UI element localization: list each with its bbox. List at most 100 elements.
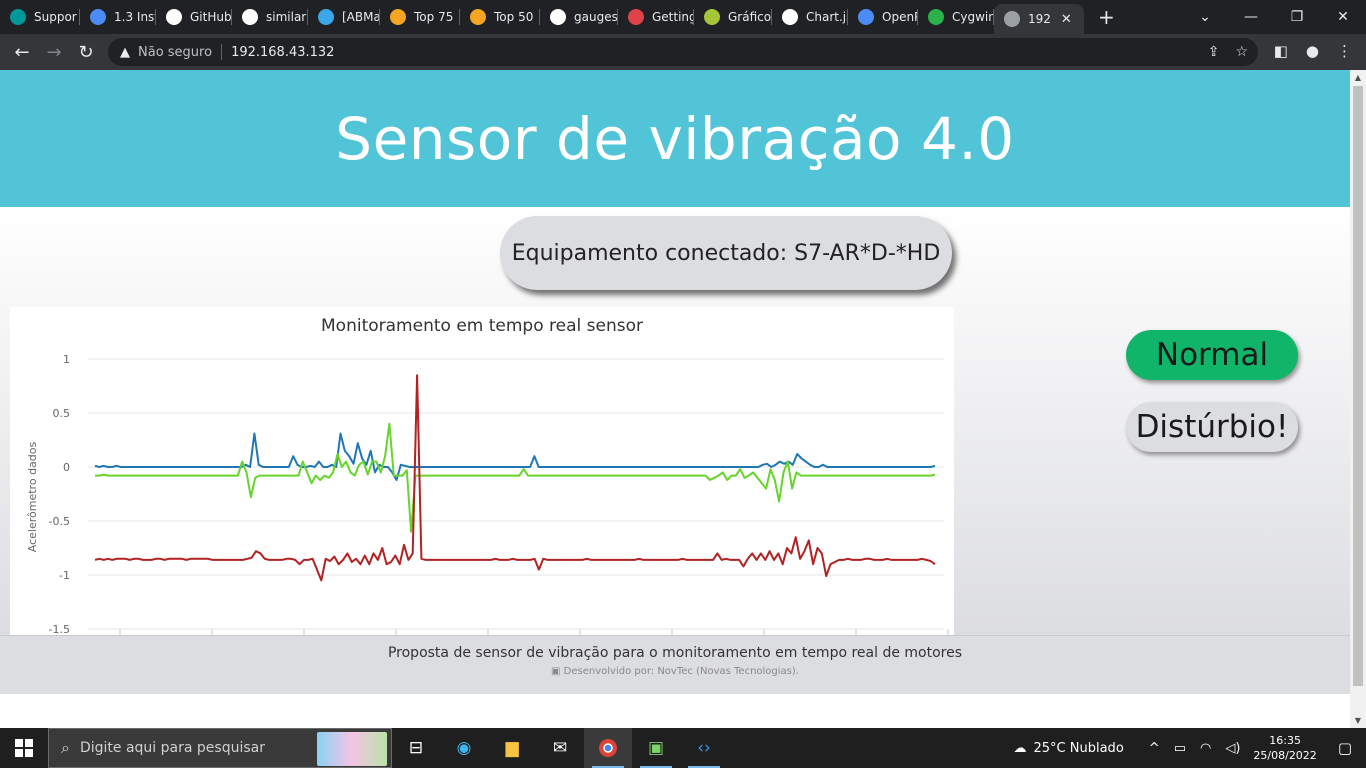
github-icon [550,9,566,25]
page-footer: Proposta de sensor de vibração para o mo… [0,635,1350,694]
weather-icon[interactable]: ☁ [1014,741,1027,756]
terminal-icon[interactable]: ▣ [632,728,680,768]
tab-label: Getting [652,10,694,24]
y-tick-label: 1 [63,353,70,366]
search-orange-icon [470,9,486,25]
chrome-logo [599,739,617,757]
tab-search-icon[interactable]: ⌄ [1182,9,1228,25]
task-view-icon[interactable]: ⊟ [392,728,440,768]
tab-label: GitHub [190,10,232,24]
connected-device-badge: Equipamento conectado: S7-AR*D-*HD [500,216,952,290]
wifi-icon[interactable]: ◠ [1200,741,1211,756]
chart-svg: Monitoramento em tempo real sensor Acele… [26,316,949,636]
new-tab-button[interactable]: + [1098,5,1115,29]
broken-image-icon: ▣ [551,666,561,677]
chrome-icon[interactable] [584,728,632,768]
weather-text[interactable]: 25°C Nublado [1034,741,1124,756]
browser-tab[interactable]: 192 ✕ [994,4,1084,34]
restore-icon[interactable]: ❐ [1274,9,1320,25]
windows-start-button[interactable] [0,728,48,768]
browser-tab[interactable]: Cygwin [918,0,994,34]
tray-overflow-icon[interactable]: ^ [1149,741,1160,756]
clock-time: 16:35 [1269,734,1301,747]
address-bar[interactable]: ▲ Não seguro 192.168.43.132 ⇪ ☆ [108,38,1258,66]
series-line-3 [94,374,936,582]
box-icon [628,9,644,25]
warning-icon[interactable]: ▲ [120,45,130,60]
browser-tab[interactable]: Gráfico [694,0,772,34]
scrollbar-thumb[interactable] [1353,86,1363,686]
browser-tab[interactable]: 1.3 Inst [80,0,156,34]
android-icon [704,9,720,25]
tab-label: Gráfico [728,10,772,24]
y-tick-label: 0.5 [53,407,71,420]
battery-icon[interactable]: ▭ [1174,741,1186,756]
scroll-down-arrow[interactable]: ▼ [1350,716,1366,725]
tab-label: OpenP [882,10,918,24]
browser-tab[interactable]: Top 75 [380,0,460,34]
series-line-1 [94,432,936,481]
tab-label: Top 50 [494,10,534,24]
chart-grid: 10.50-0.5-1-1.5 [49,353,949,636]
page-scrollbar[interactable]: ▲ ▼ [1350,70,1366,728]
browser-tab[interactable]: GitHub [156,0,232,34]
footer-description: Proposta de sensor de vibração para o mo… [387,645,963,661]
series-line-2 [95,422,936,533]
drop-icon [318,9,334,25]
terminal-icon [928,9,944,25]
system-tray: ☁ 25°C Nublado ^ ▭ ◠ ◁) 16:35 25/08/2022… [1007,728,1366,768]
footer-credit: ▣ Desenvolvido por: NovTec (Novas Tecnol… [0,666,1350,677]
reload-icon[interactable]: ↻ [70,42,102,63]
browser-tab[interactable]: gauges [540,0,618,34]
browser-tab[interactable]: Chart.js [772,0,848,34]
share-icon[interactable]: ⇪ [1208,44,1220,60]
tab-label: [ABMat [342,10,380,24]
forward-icon[interactable]: → [38,42,70,63]
search-highlight-image[interactable] [317,732,387,766]
browser-tab-strip: Suppor 1.3 Inst GitHub similar [ABMat Top 75 T… [0,0,1366,34]
profile-icon[interactable]: ● [1306,42,1319,60]
browser-tab[interactable]: Suppor [0,0,80,34]
search-placeholder: Digite aqui para pesquisar [79,740,265,756]
security-label[interactable]: Não seguro [138,45,212,60]
browser-toolbar: ← → ↻ ▲ Não seguro 192.168.43.132 ⇪ ☆ ◧ … [0,34,1366,70]
clock[interactable]: 16:35 25/08/2022 [1253,733,1316,763]
tab-label: Chart.js [806,10,848,24]
windows-logo-icon [15,739,33,757]
mail-icon[interactable]: ✉ [536,728,584,768]
tab-label: 1.3 Inst [114,10,156,24]
tab-close-icon[interactable]: ✕ [1061,12,1072,27]
browser-tab[interactable]: [ABMat [308,0,380,34]
minimize-icon[interactable]: — [1228,9,1274,25]
status-normal-badge: Normal [1126,330,1298,380]
edge-icon[interactable]: ◉ [440,728,488,768]
close-window-icon[interactable]: ✕ [1320,9,1366,25]
file-explorer-icon[interactable]: ▆ [488,728,536,768]
chart-title: Monitoramento em tempo real sensor [321,316,643,336]
scroll-up-arrow[interactable]: ▲ [1350,73,1366,82]
notifications-icon[interactable]: ▢ [1338,739,1352,757]
search-orange-icon [390,9,406,25]
github-icon [782,9,798,25]
side-panel-icon[interactable]: ◧ [1274,42,1288,60]
browser-tab[interactable]: OpenP [848,0,918,34]
taskbar-search-box[interactable]: ⌕ Digite aqui para pesquisar [48,728,392,768]
y-tick-label: -0.5 [49,515,70,528]
chart-series [94,374,936,582]
page-viewport: Sensor de vibração 4.0 Equipamento conec… [0,70,1350,728]
vscode-icon[interactable]: ‹› [680,728,728,768]
github-icon [166,9,182,25]
google-icon [242,9,258,25]
arduino-icon [10,9,26,25]
browser-tab[interactable]: Getting [618,0,694,34]
back-icon[interactable]: ← [6,42,38,63]
browser-tab[interactable]: Top 50 [460,0,540,34]
menu-kebab-icon[interactable]: ⋮ [1337,42,1352,60]
globe-icon [1004,11,1020,27]
page-title: Sensor de vibração 4.0 [335,104,1015,173]
bookmark-star-icon[interactable]: ☆ [1235,44,1248,60]
volume-icon[interactable]: ◁) [1225,741,1240,756]
browser-tab[interactable]: similar [232,0,308,34]
url-text[interactable]: 192.168.43.132 [231,45,334,60]
code-icon [90,9,106,25]
